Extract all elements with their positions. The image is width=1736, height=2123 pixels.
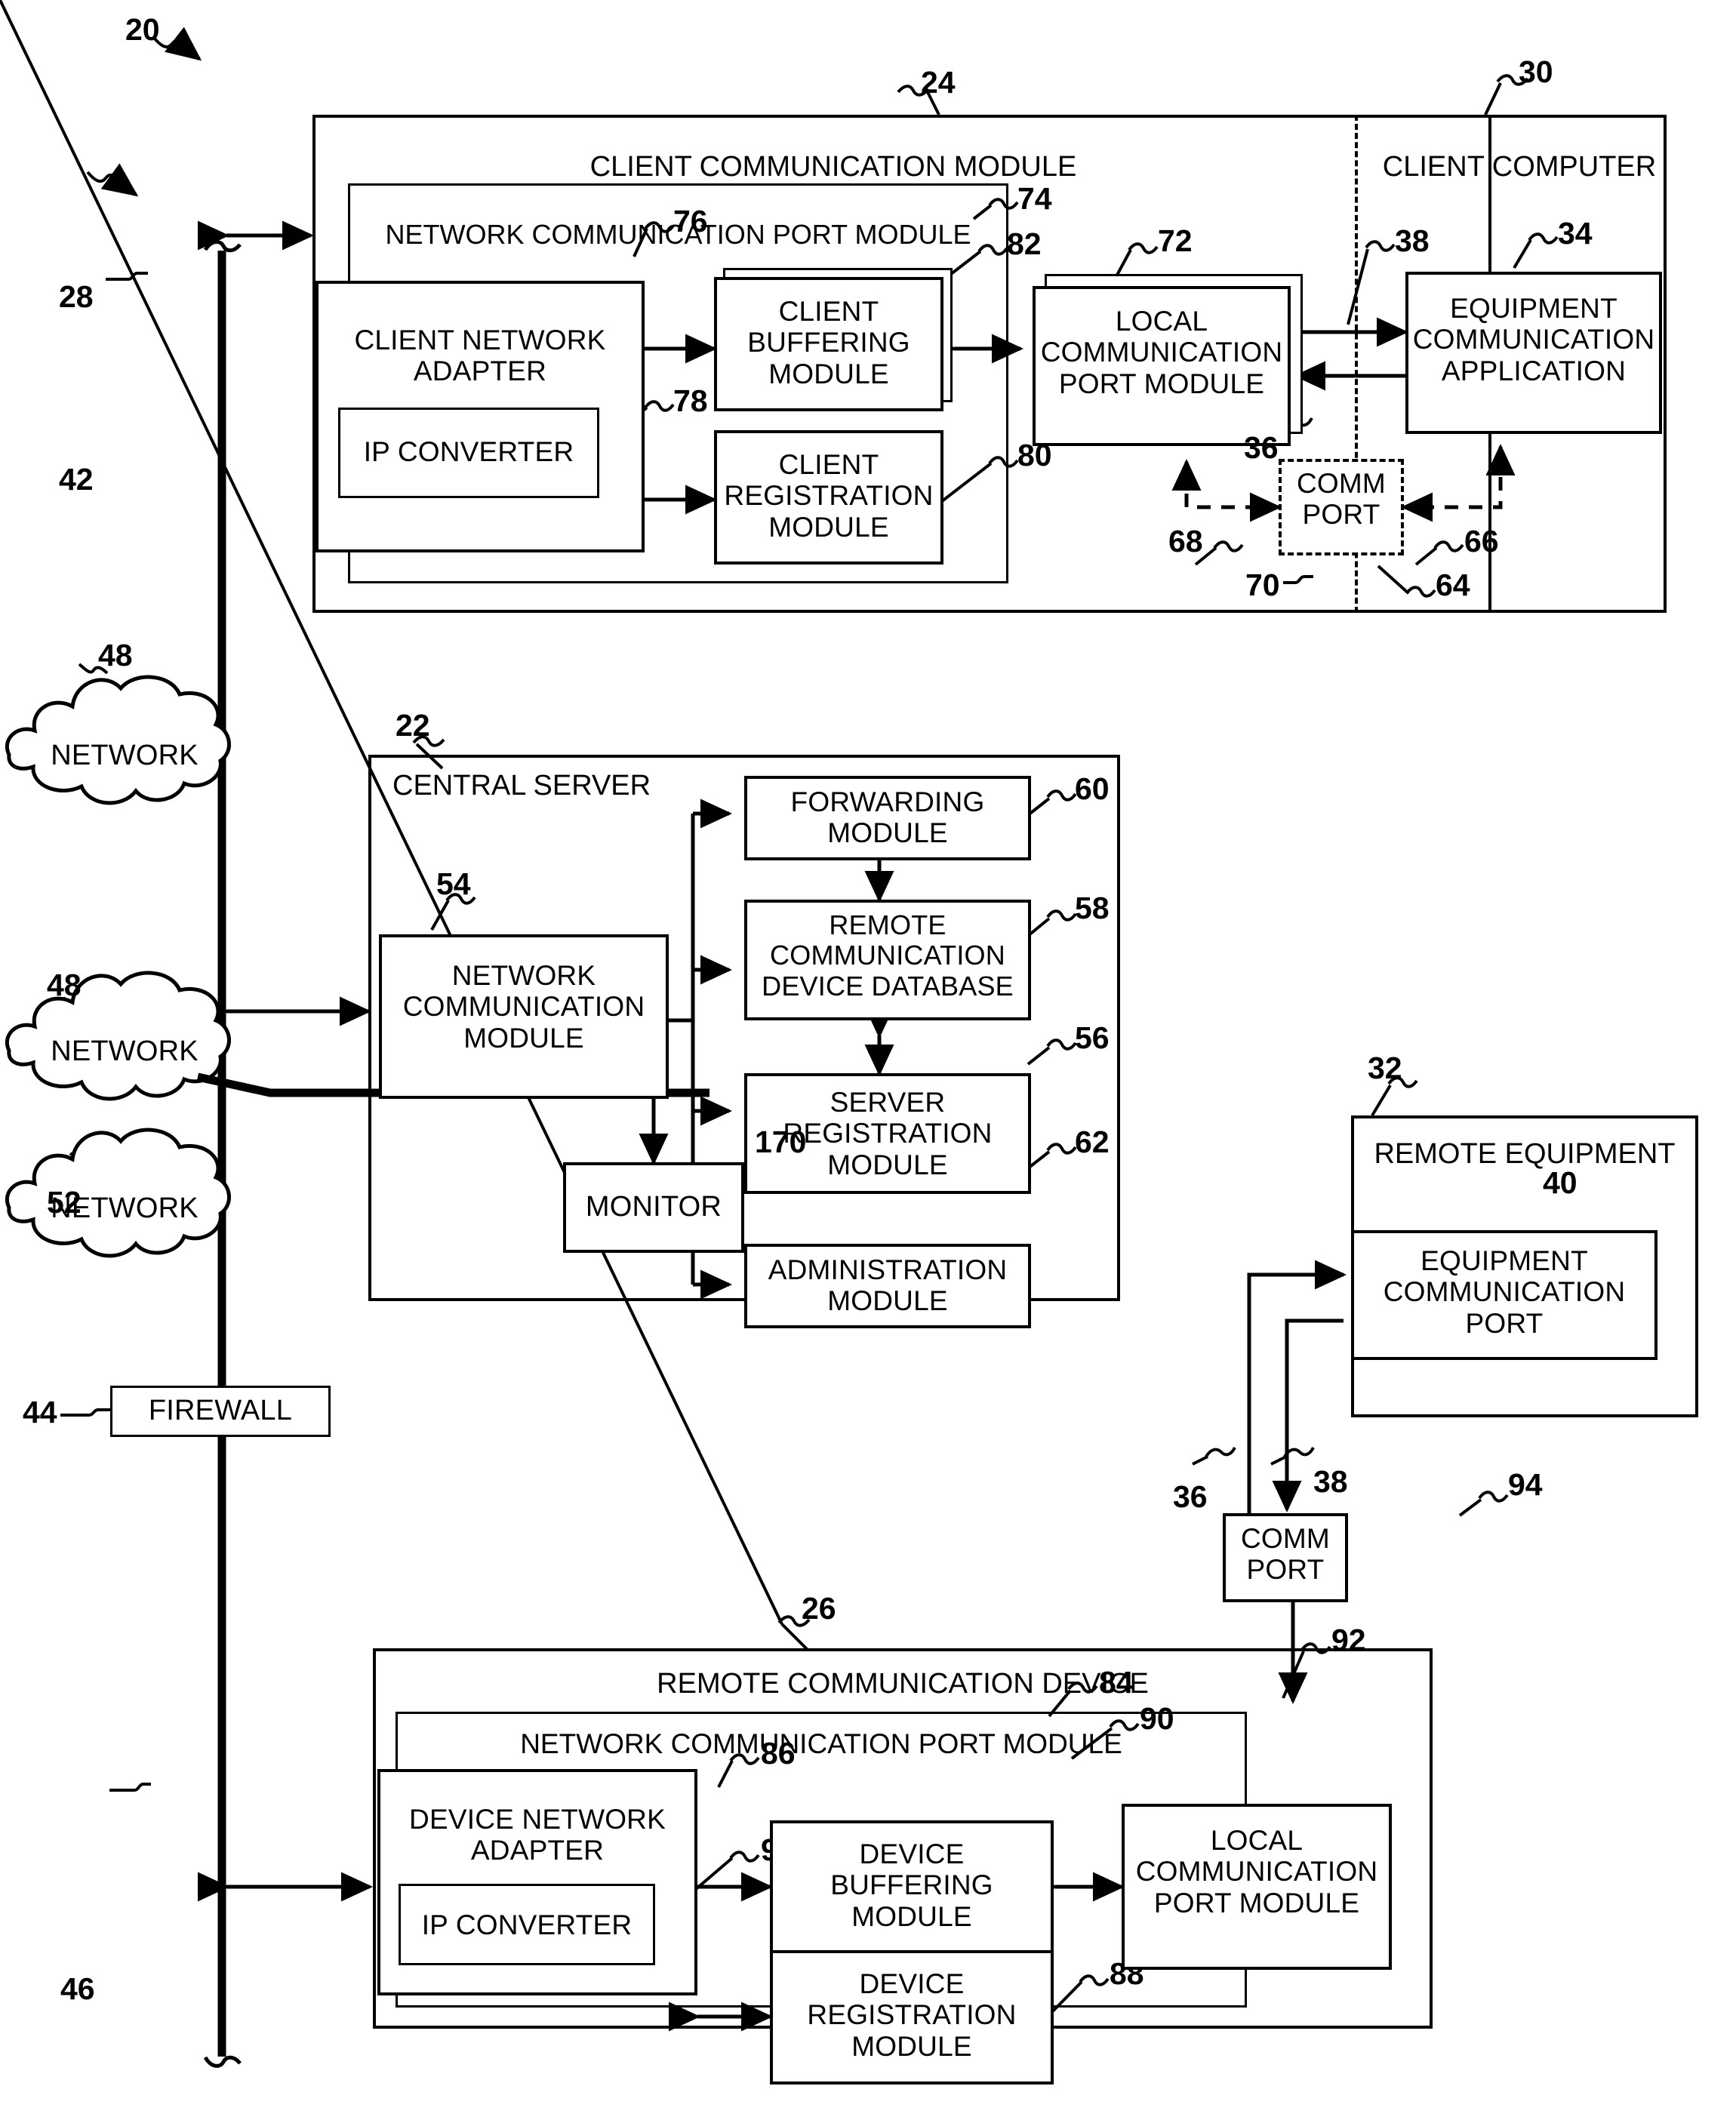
ref-80: 80 (1017, 438, 1052, 472)
comm-port-client-label: COMM PORT (1297, 468, 1386, 531)
ref-48-top: 48 (98, 638, 133, 672)
ref-86: 86 (761, 1736, 796, 1771)
remote-equipment-title: REMOTE EQUIPMENT (1374, 1138, 1676, 1170)
ref-64: 64 (1436, 568, 1470, 602)
device-network-adapter-label: DEVICE NETWORK ADAPTER (409, 1804, 666, 1866)
ref-46: 46 (60, 1971, 95, 2006)
ref-30: 30 (1519, 54, 1553, 89)
ref-38-top: 38 (1395, 223, 1430, 258)
firewall-label: FIREWALL (148, 1395, 293, 1426)
ref-34: 34 (1558, 216, 1593, 251)
ref-48-mid: 48 (47, 968, 82, 1002)
patent-figure: CLIENT COMMUNICATION MODULE CLIENT COMPU… (0, 0, 1736, 2123)
ref-78: 78 (673, 383, 708, 418)
ref-66: 66 (1464, 524, 1499, 558)
client-buffering-module-label: CLIENT BUFFERING MODULE (747, 296, 910, 389)
ref-84: 84 (1099, 1665, 1134, 1700)
ref-36-top: 36 (1244, 430, 1279, 465)
client-computer-title: CLIENT COMPUTER (1382, 151, 1657, 183)
ref-76: 76 (673, 204, 708, 238)
equipment-communication-port-label: EQUIPMENT COMMUNICATION PORT (1383, 1245, 1626, 1339)
ref-82: 82 (1007, 226, 1042, 261)
ref-56: 56 (1075, 1020, 1110, 1055)
client-registration-module-label: CLIENT REGISTRATION MODULE (724, 449, 934, 543)
device-buffering-module-label: DEVICE BUFFERING MODULE (830, 1838, 993, 1932)
ref-72: 72 (1158, 223, 1193, 258)
ref-90: 90 (1140, 1701, 1174, 1736)
network-communication-module-label: NETWORK COMMUNICATION MODULE (402, 960, 645, 1054)
device-registration-module-label: DEVICE REGISTRATION MODULE (807, 1968, 1017, 2062)
remote-communication-device-database-label: REMOTE COMMUNICATION DEVICE DATABASE (762, 909, 1014, 1002)
ref-36-bottom: 36 (1173, 1479, 1208, 1514)
forwarding-module-label: FORWARDING MODULE (790, 786, 985, 849)
ref-170: 170 (755, 1125, 807, 1159)
ref-94: 94 (1508, 1467, 1543, 1502)
ref-28: 28 (59, 279, 94, 314)
device-network-communication-port-module-title: NETWORK COMMUNICATION PORT MODULE (520, 1728, 1122, 1759)
ref-40: 40 (1543, 1165, 1577, 1200)
ip-converter-device-label: IP CONVERTER (421, 1909, 633, 1940)
client-communication-module-title: CLIENT COMMUNICATION MODULE (589, 151, 1077, 183)
comm-port-device-label: COMM PORT (1241, 1523, 1330, 1586)
cloud-label-network-1: NETWORK (51, 740, 199, 771)
ref-32: 32 (1368, 1051, 1402, 1085)
equipment-communication-application-label: EQUIPMENT COMMUNICATION APPLICATION (1412, 293, 1655, 386)
monitor-label: MONITOR (585, 1191, 722, 1223)
ref-22: 22 (396, 708, 430, 743)
ref-26: 26 (802, 1591, 836, 1626)
ref-54: 54 (436, 866, 471, 901)
ref-58: 58 (1075, 891, 1110, 925)
cloud-label-network-2: NETWORK (51, 1035, 199, 1067)
client-network-adapter-label: CLIENT NETWORK ADAPTER (354, 325, 606, 387)
ref-62: 62 (1075, 1125, 1110, 1159)
local-communication-port-module-device-label: LOCAL COMMUNICATION PORT MODULE (1135, 1825, 1378, 1918)
ref-92: 92 (1331, 1623, 1366, 1657)
ref-44: 44 (23, 1395, 57, 1429)
ref-38-bottom: 38 (1313, 1464, 1348, 1499)
ref-68: 68 (1168, 524, 1203, 558)
ref-24: 24 (921, 65, 956, 100)
ref-60: 60 (1075, 771, 1110, 806)
local-communication-port-module-client-label: LOCAL COMMUNICATION PORT MODULE (1040, 306, 1283, 399)
ref-20: 20 (125, 12, 160, 47)
ip-converter-client-label: IP CONVERTER (363, 436, 574, 467)
remote-communication-device-title: REMOTE COMMUNICATION DEVICE (657, 1668, 1149, 1700)
ref-70: 70 (1245, 568, 1280, 602)
central-server-title: CENTRAL SERVER (392, 770, 651, 802)
cloud-label-network-3: NETWORK (51, 1192, 199, 1224)
ref-42: 42 (59, 462, 94, 497)
administration-module-label: ADMINISTRATION MODULE (768, 1254, 1008, 1317)
ref-74: 74 (1017, 181, 1052, 216)
